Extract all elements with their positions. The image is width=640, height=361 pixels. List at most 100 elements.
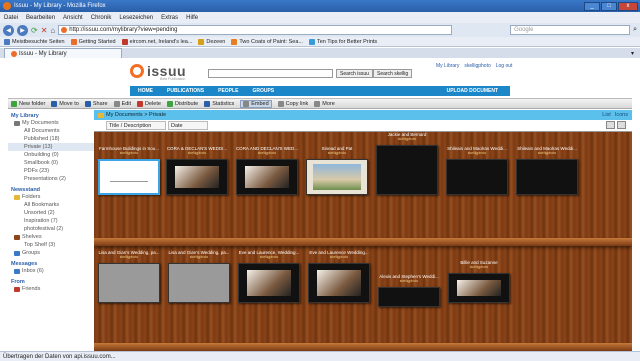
document-owner[interactable]: skelligphoto [236, 255, 302, 259]
sidebar-groups[interactable]: Groups [8, 249, 94, 257]
search-icon[interactable]: ⌕ [633, 26, 637, 34]
nav-item-groups[interactable]: GROUPS [252, 88, 274, 94]
sidebar-item[interactable]: Onbuilding (0) [8, 151, 94, 159]
nav-item-home[interactable]: HOME [138, 88, 153, 94]
sidebar-shelves[interactable]: Shelves [8, 233, 94, 241]
forward-button[interactable]: ▶ [17, 24, 28, 36]
menu-item[interactable]: Ansicht [63, 15, 83, 21]
document-cover[interactable] [448, 273, 510, 303]
document-cover[interactable] [306, 159, 368, 195]
action-move-to-button[interactable]: Move to [51, 100, 79, 107]
url-bar[interactable]: http://issuu.com/mylibrary?view=pending [58, 25, 453, 35]
action-embed-button[interactable]: Embed [240, 99, 272, 108]
document-cover[interactable] [166, 159, 228, 195]
action-new-folder-button[interactable]: New folder [11, 100, 45, 107]
document-item[interactable]: Billie and Suzanne skelligphoto [446, 260, 512, 303]
document-owner[interactable]: skelligphoto [304, 151, 370, 155]
document-owner[interactable]: skelligphoto [96, 151, 162, 155]
menu-item[interactable]: Extras [161, 15, 178, 21]
minimize-button[interactable]: _ [584, 1, 600, 11]
search-mine-button[interactable]: Search skellig [373, 69, 413, 78]
document-item[interactable]: Shileain and Maolras Weddi... skelligphot… [444, 146, 510, 195]
document-cover[interactable] [98, 263, 160, 303]
account-link[interactable]: My Library [436, 63, 459, 69]
action-edit-button[interactable]: Edit [113, 100, 131, 107]
action-distribute-button[interactable]: Distribute [166, 100, 198, 107]
account-link[interactable]: skelligphoto [464, 63, 490, 69]
document-item[interactable]: CORA AND DECLAN'S WED... skelligphoto [234, 146, 300, 195]
sidebar-item[interactable]: Smallbook (0) [8, 159, 94, 167]
document-cover[interactable] [378, 287, 440, 307]
document-cover[interactable] [98, 159, 160, 195]
account-link[interactable]: Log out [496, 63, 513, 69]
sidebar-my-documents[interactable]: My Documents [8, 119, 94, 127]
sidebar-folders[interactable]: Folders [8, 193, 94, 201]
sidebar-inbox[interactable]: Inbox (6) [8, 267, 94, 275]
menu-item[interactable]: Datei [4, 15, 18, 21]
menu-item[interactable]: Hilfe [186, 15, 198, 21]
document-cover[interactable] [446, 159, 508, 195]
sidebar-item[interactable]: Presentations (2) [8, 175, 94, 183]
sidebar-item[interactable]: Top Shelf (3) [8, 241, 94, 249]
document-owner[interactable]: skelligphoto [166, 255, 232, 259]
bookmark-item[interactable]: Two Coats of Paint: Sea... [231, 38, 303, 45]
document-item[interactable]: Sinead and Pat skelligphoto [304, 146, 370, 195]
grid-view-button[interactable] [617, 121, 626, 129]
menu-item[interactable]: Bearbeiten [26, 15, 55, 21]
document-owner[interactable]: skelligphoto [514, 151, 580, 155]
document-item[interactable]: Shileain and Maolras Weddi... skelligphot… [514, 146, 580, 195]
list-view-link[interactable]: List [602, 112, 611, 118]
tab-issuu[interactable]: Issuu - My Library [4, 48, 122, 58]
document-cover[interactable] [168, 263, 230, 303]
back-button[interactable]: ◀ [3, 24, 14, 36]
document-cover[interactable] [376, 145, 438, 195]
action-statistics-button[interactable]: Statistics [204, 100, 234, 107]
document-item[interactable]: Lisa and Gian's Wedding, pa... skelligpho… [166, 250, 232, 303]
document-item[interactable]: Jackie and Bernard skelligphoto [374, 132, 440, 195]
icons-view-link[interactable]: Icons [615, 112, 628, 118]
bookmark-item[interactable]: Dezeen [198, 38, 225, 45]
document-cover[interactable] [238, 263, 300, 303]
action-share-button[interactable]: Share [84, 100, 108, 107]
nav-item-publications[interactable]: PUBLICATIONS [167, 88, 204, 94]
nav-item-people[interactable]: PEOPLE [218, 88, 238, 94]
menu-item[interactable]: Chronik [91, 15, 112, 21]
sidebar-item[interactable]: photofestival (2) [8, 225, 94, 233]
document-owner[interactable]: skelligphoto [96, 255, 162, 259]
issuu-logo[interactable]: issuu Beta Publication [130, 63, 186, 81]
bookmark-item[interactable]: eircom.net, Ireland's lea... [121, 38, 192, 45]
sidebar-item[interactable]: All Bookmarks [8, 201, 94, 209]
stop-icon[interactable]: ✕ [41, 26, 48, 35]
column-date[interactable]: Date [168, 121, 208, 130]
action-copy-link-button[interactable]: Copy link [277, 100, 308, 107]
action-more-button[interactable]: More [314, 100, 335, 107]
document-owner[interactable]: skelligphoto [446, 265, 512, 269]
reload-icon[interactable]: ⟳ [31, 26, 38, 35]
site-search-input[interactable] [208, 69, 333, 78]
document-owner[interactable]: skelligphoto [444, 151, 510, 155]
document-item[interactable]: Farmhouse Buildings in Sou... skelligphot… [96, 146, 162, 195]
document-item[interactable]: Eve and Laurence, Wedding... skelligphoto [236, 250, 302, 303]
maximize-button[interactable]: □ [601, 1, 617, 11]
sidebar-item[interactable]: Unsorted (2) [8, 209, 94, 217]
tab-list-icon[interactable]: ▾ [631, 50, 634, 57]
close-button[interactable]: x [618, 1, 638, 11]
menu-item[interactable]: Lesezeichen [119, 15, 153, 21]
search-input[interactable]: Google [510, 25, 631, 35]
upload-document-button[interactable]: UPLOAD DOCUMENT [447, 88, 510, 94]
sidebar-item[interactable]: Published (18) [8, 135, 94, 143]
search-issuu-button[interactable]: Search issuu [336, 69, 373, 78]
home-icon[interactable]: ⌂ [50, 26, 55, 35]
document-item[interactable]: Eve and Laurence Wedding... skelligphoto [306, 250, 372, 303]
document-owner[interactable]: skelligphoto [374, 137, 440, 141]
bookmark-item[interactable]: Meistbesuchte Seiten [4, 38, 65, 45]
sidebar-item[interactable]: Inspiration (7) [8, 217, 94, 225]
bookmark-item[interactable]: Getting Started [70, 38, 116, 45]
document-owner[interactable]: skelligphoto [376, 279, 442, 283]
sidebar-item[interactable]: All Documents [8, 127, 94, 135]
list-view-button[interactable] [606, 121, 615, 129]
document-cover[interactable] [308, 263, 370, 303]
document-item[interactable]: CORA & DECLAN'S WEDDI... skelligphoto [164, 146, 230, 195]
document-owner[interactable]: skelligphoto [234, 151, 300, 155]
column-title-description[interactable]: Title / Description [106, 121, 166, 130]
